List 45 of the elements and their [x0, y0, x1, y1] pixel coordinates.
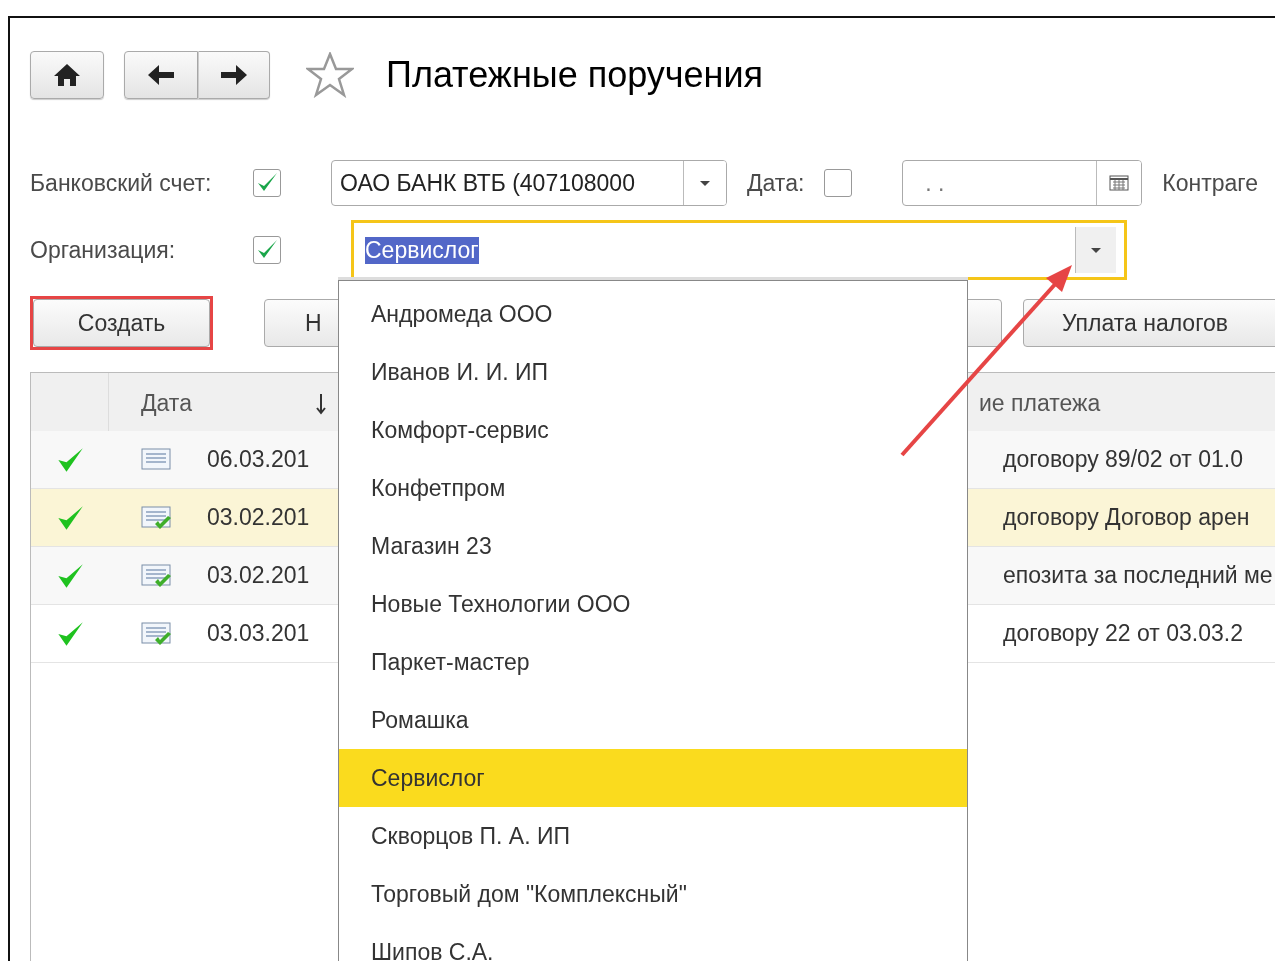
arrow-right-icon	[220, 64, 248, 86]
checkbox[interactable]	[253, 169, 281, 197]
dropdown-item[interactable]: Иванов И. И. ИП	[339, 343, 967, 401]
dropdown-item[interactable]: Сервислог	[339, 749, 967, 807]
back-button[interactable]	[124, 51, 198, 99]
star-icon[interactable]	[306, 52, 354, 98]
dropdown-item[interactable]: Скворцов П. А. ИП	[339, 807, 967, 865]
bank-account-field[interactable]: ОАО БАНК ВТБ (407108000	[331, 160, 727, 206]
field-label: Организация:	[30, 236, 177, 264]
page-title: Платежные поручения	[386, 54, 764, 96]
dropdown-item[interactable]: Шипов С.А.	[339, 923, 967, 961]
table-cell: договору Договор арен	[1003, 504, 1250, 531]
sort-arrow-icon	[315, 392, 327, 415]
dropdown-item[interactable]: Комфорт-сервис	[339, 401, 967, 459]
caret-icon	[699, 179, 711, 187]
arrow-left-icon	[147, 64, 175, 86]
dropdown-item[interactable]: Новые Технологии ООО	[339, 575, 967, 633]
table-cell: 03.03.201	[207, 620, 310, 647]
table-cell: епозита за последний ме	[1003, 562, 1273, 589]
forward-button[interactable]	[198, 51, 270, 99]
caret-icon	[1090, 246, 1102, 254]
table-cell: договору 22 от 03.03.2	[1003, 620, 1243, 647]
checkbox[interactable]	[253, 236, 281, 264]
field-label: Дата:	[747, 169, 805, 197]
date-field[interactable]: . .	[902, 160, 1143, 206]
dropdown-item[interactable]: Андромеда ООО	[339, 285, 967, 343]
calendar-icon	[1109, 175, 1130, 191]
table-cell: 03.02.201	[207, 562, 310, 589]
column-header[interactable]: ие платежа	[979, 390, 1101, 417]
home-icon	[53, 63, 81, 87]
dropdown-item[interactable]: Магазин 23	[339, 517, 967, 575]
home-button[interactable]	[30, 51, 104, 99]
table-cell: договору 89/02 от 01.0	[1003, 446, 1243, 473]
field-label: Банковский счет:	[30, 169, 213, 197]
dropdown-item[interactable]: Торговый дом "Комплексный"	[339, 865, 967, 923]
column-header[interactable]: Дата	[141, 390, 192, 417]
table-cell: 06.03.201	[207, 446, 310, 473]
dropdown-item[interactable]: Паркет-мастер	[339, 633, 967, 691]
checkbox[interactable]	[824, 169, 853, 197]
table-cell: 03.02.201	[207, 504, 310, 531]
toolbar-button[interactable]: Уплата налогов	[1023, 299, 1275, 347]
dropdown-item[interactable]: Ромашка	[339, 691, 967, 749]
dropdown-item[interactable]: Конфетпром	[339, 459, 967, 517]
create-button[interactable]: Создать	[33, 299, 210, 347]
field-label: Контраге	[1162, 169, 1258, 197]
